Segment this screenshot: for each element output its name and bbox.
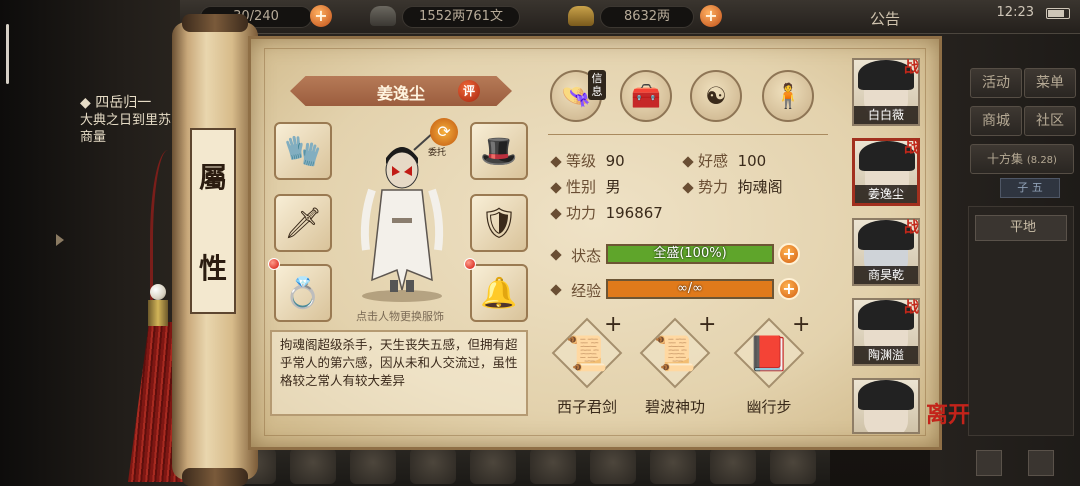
restore-status-button[interactable]: +: [778, 243, 800, 265]
activity-button[interactable]: 活动: [970, 68, 1022, 98]
gloves-icon: 🧤: [284, 133, 322, 169]
skill-1-name: 西子君剑: [556, 398, 617, 416]
stat-gender: 性别 男: [550, 176, 621, 197]
skill-2-name: 碧波神功: [644, 398, 705, 416]
tassel-bead: [150, 284, 166, 300]
equip-slot-hat[interactable]: 🎩: [470, 122, 528, 180]
tab-inventory[interactable]: 🧰: [620, 70, 672, 122]
swap-costume-label: 委托: [428, 148, 447, 158]
hat-icon: 🎩: [480, 133, 518, 169]
terrain-item[interactable]: 平地: [975, 215, 1067, 241]
tab-martial-arts[interactable]: ☯: [690, 70, 742, 122]
bottom-menu-icon-5[interactable]: [470, 448, 516, 484]
announcement-button[interactable]: 公告: [870, 8, 900, 29]
exp-bar-text: ∞/∞: [676, 281, 704, 296]
exp-bar: ∞/∞: [606, 279, 774, 299]
battery-icon: [1046, 8, 1070, 19]
bottom-menu-icon-4[interactable]: [410, 448, 456, 484]
top-resource-bar: 30/240 + 1552两761文 8632两 +: [180, 0, 1080, 34]
equip-slot-gloves[interactable]: 🧤: [274, 122, 332, 180]
exp-label: 经验: [550, 280, 601, 301]
rate-button[interactable]: 评: [458, 80, 480, 102]
skill-3-name: 幽行步: [746, 398, 792, 416]
stat-favor: 好感 100: [682, 150, 766, 171]
sidebar-small-button-2[interactable]: [1028, 450, 1054, 476]
bottom-menu-icon-7[interactable]: [590, 448, 636, 484]
bottom-menu-icon-8[interactable]: [650, 448, 696, 484]
chest-icon: 🧰: [631, 82, 661, 110]
add-exp-button[interactable]: +: [778, 278, 800, 300]
bell-icon: 🔔: [480, 275, 518, 311]
bottom-menu-icon-10[interactable]: [770, 448, 816, 484]
notification-dot: [268, 258, 280, 270]
sidebar-panel: 平地: [968, 206, 1074, 436]
skill-1-plus-icon[interactable]: +: [604, 312, 622, 337]
add-stamina-button[interactable]: +: [310, 5, 332, 27]
status-bar-text: 全盛(100%): [653, 246, 727, 261]
quest-title[interactable]: ◆ 四岳归一: [80, 92, 151, 112]
stat-level: 等级 90: [550, 150, 625, 171]
community-button[interactable]: 社区: [1024, 106, 1076, 136]
edge-handle[interactable]: [6, 24, 9, 84]
status-label: 状态: [550, 245, 601, 266]
gold-counter: 8632两: [600, 6, 694, 28]
battle-tag: 战: [904, 138, 920, 156]
equip-slot-weapon[interactable]: 🗡: [274, 194, 332, 252]
skill-3-plus-icon[interactable]: +: [792, 312, 810, 337]
battle-tag: 战: [904, 298, 920, 316]
status-bar: 全盛(100%): [606, 244, 774, 264]
add-gold-button[interactable]: +: [700, 5, 722, 27]
swap-costume-icon[interactable]: ⟳: [430, 118, 458, 146]
silver-ingot-icon: [370, 6, 396, 26]
battle-tag: 战: [904, 218, 920, 236]
quest-text[interactable]: 大典之日到里苏商量: [80, 112, 180, 146]
equip-slot-ring[interactable]: 💍: [274, 264, 332, 322]
ring-icon: 💍: [284, 275, 322, 311]
yinyang-icon: ☯: [705, 82, 727, 110]
notification-dot: [464, 258, 476, 270]
costume-hint: 点击人物更换服饰: [356, 310, 444, 323]
equip-slot-armor[interactable]: 🛡: [470, 194, 528, 252]
character-description: 拘魂阁超级杀手，天生丧失五感，但拥有超乎常人的第六感，因从未和人交流过，虽性格较…: [270, 330, 528, 416]
tab-info-label: 信息: [588, 70, 606, 100]
leave-button[interactable]: 离开: [924, 404, 972, 448]
market-button[interactable]: 十方集 (8.28): [970, 144, 1074, 174]
battle-tag: 战: [904, 58, 920, 76]
bottom-menu-icon-9[interactable]: [710, 448, 756, 484]
bottom-menu-icon-2[interactable]: [290, 448, 336, 484]
money-counter: 1552两761文: [402, 6, 520, 28]
attribute-scroll-label: 屬 性: [190, 128, 236, 314]
bottom-menu-bar: [230, 444, 830, 486]
menu-button[interactable]: 菜单: [1024, 68, 1076, 98]
clock: 12:23: [996, 5, 1034, 20]
skill-2-plus-icon[interactable]: +: [698, 312, 716, 337]
expand-arrow-icon[interactable]: [56, 234, 64, 246]
gold-ingot-icon: [568, 6, 594, 26]
equip-slot-accessory[interactable]: 🔔: [470, 264, 528, 322]
tab-meridians[interactable]: 🧍: [762, 70, 814, 122]
body-figure-icon: 🧍: [773, 82, 803, 110]
bottom-menu-icon-3[interactable]: [350, 448, 396, 484]
roster-card[interactable]: [852, 378, 920, 434]
armor-icon: 🛡: [479, 205, 519, 241]
sword-icon: 🗡: [283, 205, 323, 241]
bottom-menu-icon-6[interactable]: [530, 448, 576, 484]
sidebar-small-button-1[interactable]: [976, 450, 1002, 476]
divider: [548, 134, 828, 135]
stat-faction: 势力 拘魂阁: [682, 176, 783, 197]
hat-icon: 👒: [561, 82, 591, 110]
sidebar-tab[interactable]: 子 五: [1000, 178, 1060, 198]
shop-button[interactable]: 商城: [970, 106, 1022, 136]
tassel-cap: [148, 300, 168, 326]
stat-power: 功力 196867: [550, 202, 663, 223]
